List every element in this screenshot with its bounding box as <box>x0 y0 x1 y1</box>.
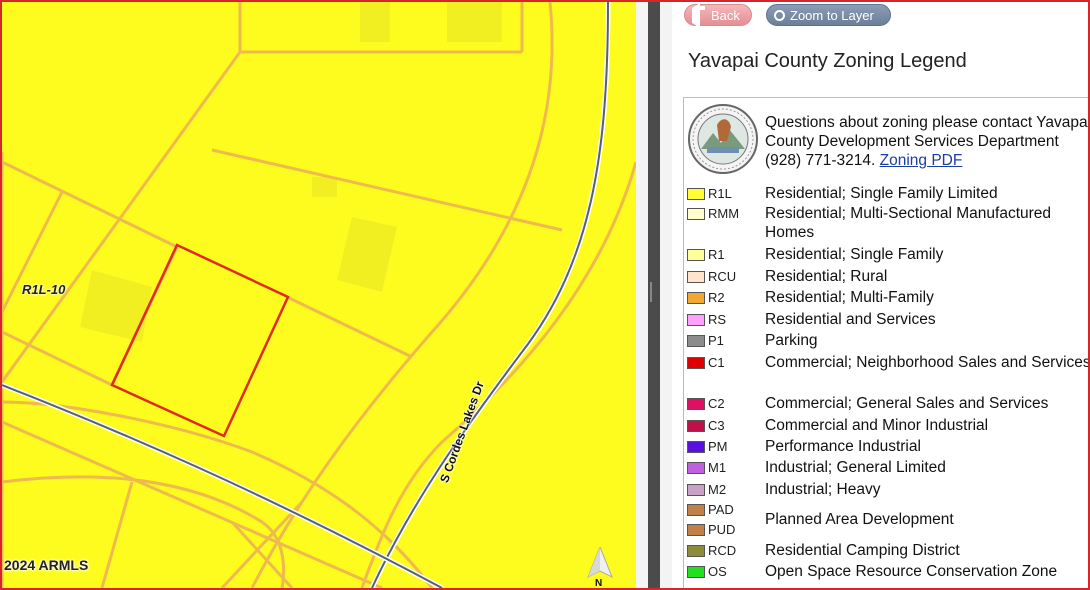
legend-code: M1 <box>708 460 727 475</box>
legend-swatch <box>687 504 705 516</box>
legend-swatch <box>687 249 705 261</box>
legend-code: PM <box>708 439 728 454</box>
legend-swatch <box>687 292 705 304</box>
legend-item-m2: M2 Industrial; Heavy <box>684 480 1090 500</box>
legend-label: Commercial; General Sales and Services <box>765 395 1049 412</box>
zoom-button-label: Zoom to Layer <box>790 7 874 23</box>
north-arrow-icon: N <box>586 547 614 588</box>
legend-label: Planned Area Development <box>765 511 954 528</box>
legend-swatch <box>687 566 705 578</box>
legend-swatch <box>687 188 705 200</box>
arrow-left-icon <box>692 2 700 28</box>
legend-item-rmm: RMM Residential; Multi-Sectional Manufact… <box>684 204 1090 241</box>
legend-item-rs: RS Residential and Services <box>684 310 1090 330</box>
legend-code: RS <box>708 312 727 327</box>
legend-code: C1 <box>708 355 725 370</box>
legend-label: Industrial; General Limited <box>765 459 946 476</box>
legend-code: RMM <box>708 206 740 221</box>
legend-code: M2 <box>708 482 727 497</box>
legend-label: Residential; Single Family Limited <box>765 185 998 202</box>
legend-title: Yavapai County Zoning Legend <box>688 50 967 72</box>
legend-code: RCD <box>708 543 737 558</box>
legend-label: Residential and Services <box>765 311 936 328</box>
legend-swatch <box>687 441 705 453</box>
legend-item-pm: PM Performance Industrial <box>684 437 1090 457</box>
legend-code: P1 <box>708 333 724 348</box>
copyright-text: 2024 ARMLS <box>4 557 89 573</box>
legend-label: Parking <box>765 332 818 349</box>
legend-label: Residential; Multi-Family <box>765 289 934 306</box>
county-seal-icon <box>688 104 758 174</box>
legend-label: Residential; Rural <box>765 268 888 285</box>
ring-icon <box>774 9 785 21</box>
zoning-pdf-link[interactable]: Zoning PDF <box>880 152 963 169</box>
legend-label: Residential Camping District <box>765 542 960 559</box>
legend-item-r1l: R1L Residential; Single Family Limited <box>684 184 1090 204</box>
legend-swatch <box>687 545 705 557</box>
legend-item-p1: P1 Parking <box>684 331 1090 351</box>
legend-code: C2 <box>708 396 725 411</box>
legend-item-c3: C3 Commercial and Minor Industrial <box>684 416 1090 436</box>
legend-box: Questions about zoning please contact Ya… <box>683 97 1090 588</box>
legend-item-r1: R1 Residential; Single Family <box>684 245 1090 265</box>
splitter-grip-icon[interactable] <box>650 282 652 302</box>
legend-swatch <box>687 357 705 369</box>
map-canvas[interactable] <box>2 2 636 588</box>
legend-item-rcd: RCD Residential Camping District <box>684 541 1090 561</box>
legend-item-m1: M1 Industrial; General Limited <box>684 458 1090 478</box>
legend-item-os: OS Open Space Resource Conservation Zone <box>684 562 1090 582</box>
legend-swatch <box>687 208 705 220</box>
legend-swatch <box>687 462 705 474</box>
legend-label: Residential; Multi-Sectional Manufacture… <box>765 205 1052 241</box>
legend-code: PAD <box>708 502 734 517</box>
legend-swatch <box>687 398 705 410</box>
legend-item-rcu: RCU Residential; Rural <box>684 267 1090 287</box>
map-view[interactable]: R1L-10 S Cordes Lakes Dr 2024 ARMLS N <box>2 2 636 588</box>
legend-label: Commercial and Minor Industrial <box>765 417 989 434</box>
legend-swatch <box>687 314 705 326</box>
legend-swatch <box>687 335 705 347</box>
legend-swatch <box>687 420 705 432</box>
legend-label: Residential; Single Family <box>765 246 944 263</box>
legend-code: OS <box>708 564 727 579</box>
contact-text: Questions about zoning please contact Ya… <box>765 113 1090 170</box>
legend-swatch <box>687 271 705 283</box>
back-button[interactable]: Back <box>684 2 752 28</box>
legend-swatch <box>687 484 705 496</box>
zone-label: R1L-10 <box>22 282 66 297</box>
zoom-to-layer-button[interactable]: Zoom to Layer <box>766 4 891 26</box>
legend-code: PUD <box>708 522 736 537</box>
legend-item-c2: C2 Commercial; General Sales and Services <box>684 394 1090 414</box>
legend-label: Commercial; Neighborhood Sales and Servi… <box>765 354 1090 371</box>
legend-item-pud: PUD Planned Area Development <box>684 511 1090 540</box>
legend-swatch <box>687 524 705 536</box>
legend-code: R1 <box>708 247 725 262</box>
legend-label: Performance Industrial <box>765 438 921 455</box>
legend-code: R1L <box>708 186 732 201</box>
legend-panel: Back Zoom to Layer Yavapai County Zoning… <box>660 2 1090 588</box>
north-label: N <box>595 578 603 588</box>
legend-code: R2 <box>708 290 725 305</box>
contact-section: Questions about zoning please contact Ya… <box>684 98 1090 178</box>
legend-label: Industrial; Heavy <box>765 481 881 498</box>
legend-item-r2: R2 Residential; Multi-Family <box>684 288 1090 308</box>
legend-label: Open Space Resource Conservation Zone <box>765 563 1058 580</box>
back-button-label: Back <box>711 7 740 23</box>
legend-code: RCU <box>708 269 737 284</box>
legend-code: C3 <box>708 418 725 433</box>
divider-light <box>636 2 648 588</box>
legend-item-c1: C1 Commercial; Neighborhood Sales and Ser… <box>684 353 1090 373</box>
